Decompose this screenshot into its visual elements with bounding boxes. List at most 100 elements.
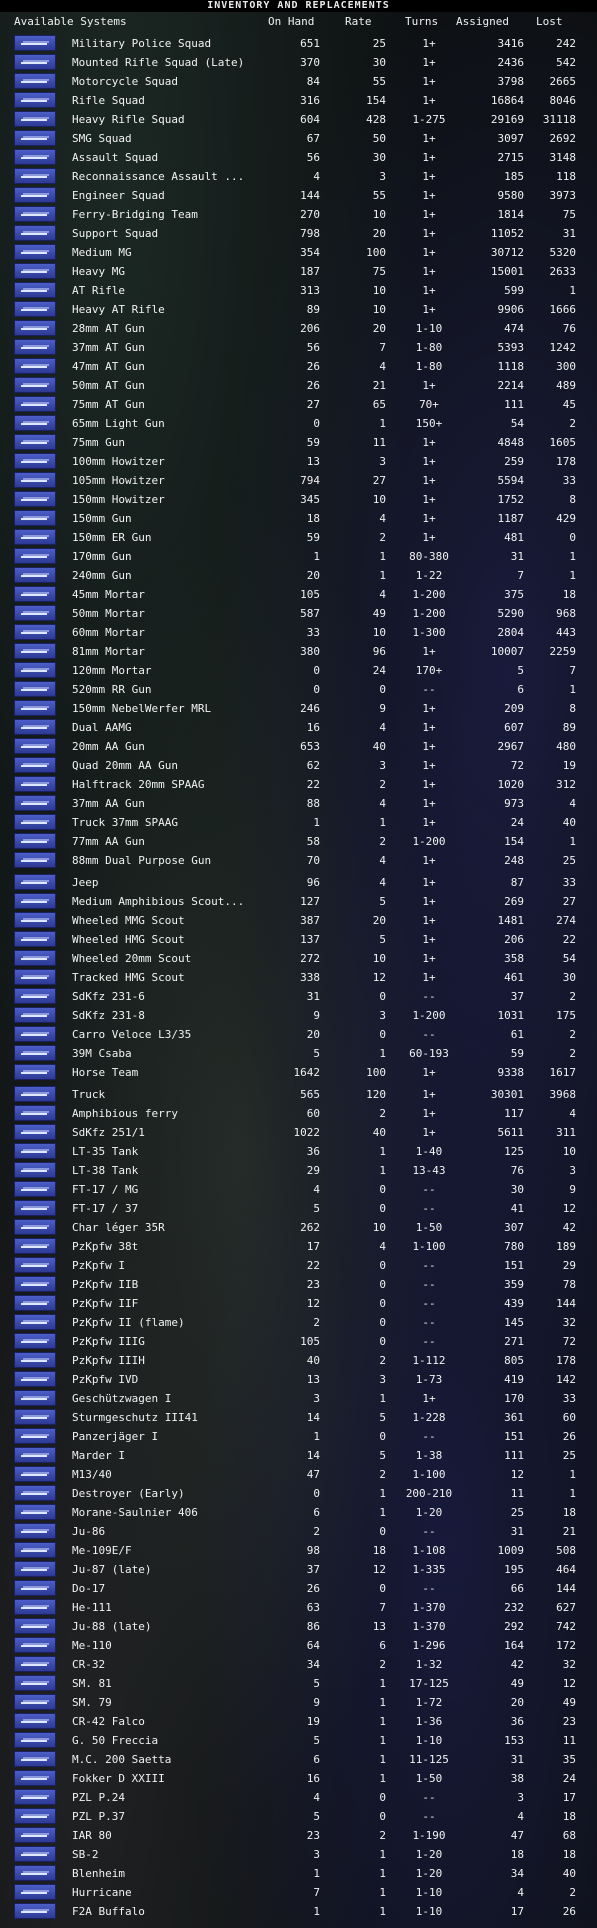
unit-icon[interactable]: [14, 1295, 56, 1311]
table-row[interactable]: PzKpfw IVD 13 3 1-73 419 142: [0, 1370, 597, 1389]
unit-icon[interactable]: [14, 1599, 56, 1615]
unit-icon[interactable]: [14, 1827, 56, 1843]
unit-icon[interactable]: [14, 605, 56, 621]
header-turns[interactable]: Turns: [405, 13, 438, 30]
table-row[interactable]: Marder I 14 5 1-38 111 25: [0, 1446, 597, 1465]
unit-icon[interactable]: [14, 893, 56, 909]
unit-icon[interactable]: [14, 1580, 56, 1596]
unit-icon[interactable]: [14, 1143, 56, 1159]
table-row[interactable]: 77mm AA Gun 58 2 1-200 154 1: [0, 832, 597, 851]
unit-icon[interactable]: [14, 1466, 56, 1482]
table-row[interactable]: PzKpfw II (flame) 2 0 -- 145 32: [0, 1313, 597, 1332]
unit-icon[interactable]: [14, 206, 56, 222]
table-row[interactable]: PZL P.24 4 0 -- 3 17: [0, 1788, 597, 1807]
table-row[interactable]: Wheeled MMG Scout 387 20 1+ 1481 274: [0, 911, 597, 930]
table-row[interactable]: PzKpfw IIB 23 0 -- 359 78: [0, 1275, 597, 1294]
unit-icon[interactable]: [14, 320, 56, 336]
unit-icon[interactable]: [14, 472, 56, 488]
unit-icon[interactable]: [14, 1124, 56, 1140]
table-row[interactable]: FT-17 / MG 4 0 -- 30 9: [0, 1180, 597, 1199]
table-row[interactable]: Panzerjäger I 1 0 -- 151 26: [0, 1427, 597, 1446]
table-row[interactable]: Do-17 26 0 -- 66 144: [0, 1579, 597, 1598]
unit-icon[interactable]: [14, 529, 56, 545]
unit-icon[interactable]: [14, 130, 56, 146]
unit-icon[interactable]: [14, 912, 56, 928]
table-row[interactable]: Medium MG 354 100 1+ 30712 5320: [0, 243, 597, 262]
table-row[interactable]: CR-42 Falco 19 1 1-36 36 23: [0, 1712, 597, 1731]
table-row[interactable]: Fokker D XXIII 16 1 1-50 38 24: [0, 1769, 597, 1788]
unit-icon[interactable]: [14, 1656, 56, 1672]
unit-icon[interactable]: [14, 643, 56, 659]
unit-icon[interactable]: [14, 931, 56, 947]
table-row[interactable]: 20mm AA Gun 653 40 1+ 2967 480: [0, 737, 597, 756]
unit-icon[interactable]: [14, 1314, 56, 1330]
unit-icon[interactable]: [14, 1542, 56, 1558]
unit-icon[interactable]: [14, 1637, 56, 1653]
table-row[interactable]: PzKpfw IIIG 105 0 -- 271 72: [0, 1332, 597, 1351]
table-row[interactable]: PZL P.37 5 0 -- 4 18: [0, 1807, 597, 1826]
table-row[interactable]: Support Squad 798 20 1+ 11052 31: [0, 224, 597, 243]
unit-icon[interactable]: [14, 1846, 56, 1862]
unit-icon[interactable]: [14, 358, 56, 374]
table-row[interactable]: 150mm Gun 18 4 1+ 1187 429: [0, 509, 597, 528]
unit-icon[interactable]: [14, 1751, 56, 1767]
unit-icon[interactable]: [14, 1884, 56, 1900]
table-row[interactable]: SM. 81 5 1 17-125 49 12: [0, 1674, 597, 1693]
table-row[interactable]: SdKfz 231-6 31 0 -- 37 2: [0, 987, 597, 1006]
unit-icon[interactable]: [14, 263, 56, 279]
unit-icon[interactable]: [14, 852, 56, 868]
table-row[interactable]: PzKpfw IIF 12 0 -- 439 144: [0, 1294, 597, 1313]
table-row[interactable]: 50mm Mortar 587 49 1-200 5290 968: [0, 604, 597, 623]
table-row[interactable]: 50mm AT Gun 26 21 1+ 2214 489: [0, 376, 597, 395]
table-row[interactable]: Ferry-Bridging Team 270 10 1+ 1814 75: [0, 205, 597, 224]
table-row[interactable]: 47mm AT Gun 26 4 1-80 1118 300: [0, 357, 597, 376]
unit-icon[interactable]: [14, 738, 56, 754]
unit-icon[interactable]: [14, 681, 56, 697]
unit-icon[interactable]: [14, 1675, 56, 1691]
table-row[interactable]: CR-32 34 2 1-32 42 32: [0, 1655, 597, 1674]
table-row[interactable]: 60mm Mortar 33 10 1-300 2804 443: [0, 623, 597, 642]
table-row[interactable]: 28mm AT Gun 206 20 1-10 474 76: [0, 319, 597, 338]
unit-icon[interactable]: [14, 1162, 56, 1178]
table-row[interactable]: 150mm NebelWerfer MRL 246 9 1+ 209 8: [0, 699, 597, 718]
unit-icon[interactable]: [14, 1523, 56, 1539]
unit-icon[interactable]: [14, 1561, 56, 1577]
table-row[interactable]: Ju-87 (late) 37 12 1-335 195 464: [0, 1560, 597, 1579]
table-row[interactable]: 150mm ER Gun 59 2 1+ 481 0: [0, 528, 597, 547]
unit-icon[interactable]: [14, 510, 56, 526]
table-row[interactable]: SM. 79 9 1 1-72 20 49: [0, 1693, 597, 1712]
unit-icon[interactable]: [14, 700, 56, 716]
unit-icon[interactable]: [14, 1276, 56, 1292]
table-row[interactable]: 81mm Mortar 380 96 1+ 10007 2259: [0, 642, 597, 661]
unit-icon[interactable]: [14, 624, 56, 640]
unit-icon[interactable]: [14, 1428, 56, 1444]
unit-icon[interactable]: [14, 396, 56, 412]
table-row[interactable]: Halftrack 20mm SPAAG 22 2 1+ 1020 312: [0, 775, 597, 794]
table-row[interactable]: Reconnaissance Assault ... 4 3 1+ 185 118: [0, 167, 597, 186]
unit-icon[interactable]: [14, 339, 56, 355]
table-row[interactable]: PzKpfw I 22 0 -- 151 29: [0, 1256, 597, 1275]
table-row[interactable]: SMG Squad 67 50 1+ 3097 2692: [0, 129, 597, 148]
unit-icon[interactable]: [14, 1504, 56, 1520]
table-row[interactable]: Tracked HMG Scout 338 12 1+ 461 30: [0, 968, 597, 987]
unit-icon[interactable]: [14, 301, 56, 317]
table-row[interactable]: 150mm Howitzer 345 10 1+ 1752 8: [0, 490, 597, 509]
table-row[interactable]: Dual AAMG 16 4 1+ 607 89: [0, 718, 597, 737]
unit-icon[interactable]: [14, 1007, 56, 1023]
unit-icon[interactable]: [14, 1026, 56, 1042]
unit-icon[interactable]: [14, 1238, 56, 1254]
unit-icon[interactable]: [14, 1219, 56, 1235]
table-row[interactable]: Rifle Squad 316 154 1+ 16864 8046: [0, 91, 597, 110]
table-row[interactable]: Sturmgeschutz III41 14 5 1-228 361 60: [0, 1408, 597, 1427]
unit-icon[interactable]: [14, 1713, 56, 1729]
table-row[interactable]: 75mm Gun 59 11 1+ 4848 1605: [0, 433, 597, 452]
table-row[interactable]: Me-109E/F 98 18 1-108 1009 508: [0, 1541, 597, 1560]
unit-icon[interactable]: [14, 1390, 56, 1406]
table-row[interactable]: Heavy AT Rifle 89 10 1+ 9906 1666: [0, 300, 597, 319]
unit-icon[interactable]: [14, 662, 56, 678]
header-rate[interactable]: Rate: [345, 13, 372, 30]
unit-icon[interactable]: [14, 1865, 56, 1881]
table-row[interactable]: PzKpfw 38t 17 4 1-100 780 189: [0, 1237, 597, 1256]
unit-icon[interactable]: [14, 244, 56, 260]
table-row[interactable]: 170mm Gun 1 1 80-380 31 1: [0, 547, 597, 566]
